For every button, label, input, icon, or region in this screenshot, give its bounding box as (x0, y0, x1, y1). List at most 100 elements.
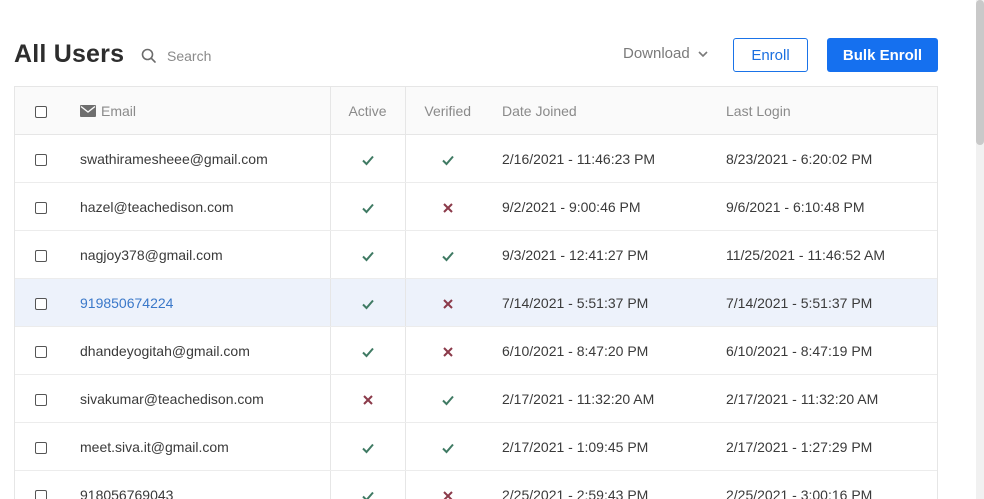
email-value[interactable]: 919850674224 (80, 295, 173, 311)
date-joined-cell: 2/17/2021 - 11:32:20 AM (490, 374, 714, 423)
active-cell (329, 278, 405, 327)
page-header: All Users Download Enroll Bulk Enroll (0, 0, 984, 86)
row-checkbox[interactable] (35, 345, 47, 358)
page-title: All Users (14, 40, 125, 68)
table-body: swathiramesheee@gmail.com 2/16/2021 - 11:… (15, 134, 937, 499)
email-value[interactable]: dhandeyogitah@gmail.com (80, 343, 250, 359)
verified-cell (404, 230, 490, 279)
table-row[interactable]: hazel@teachedison.com 9/2/2021 - 9:00:46 … (15, 182, 937, 231)
date-joined-cell: 9/3/2021 - 12:41:27 PM (490, 230, 714, 279)
header-select-all-cell (15, 86, 65, 135)
last-login-cell: 7/14/2021 - 5:51:37 PM (714, 278, 937, 327)
date-joined-cell: 2/25/2021 - 2:59:43 PM (490, 470, 714, 499)
check-icon (361, 203, 374, 214)
check-icon (361, 155, 374, 166)
table-row[interactable]: 918056769043 2/25/2021 - 2:59:43 PM 2/25/2… (15, 470, 937, 499)
check-icon (442, 155, 454, 166)
email-value[interactable]: sivakumar@teachedison.com (80, 391, 264, 407)
date-joined-cell: 2/17/2021 - 1:09:45 PM (490, 422, 714, 471)
check-icon (361, 251, 374, 262)
email-value[interactable]: swathiramesheee@gmail.com (80, 151, 268, 167)
row-select-cell (15, 374, 65, 423)
table-row[interactable]: meet.siva.it@gmail.com 2/17/2021 - 1:09:4… (15, 422, 937, 471)
scrollbar-thumb[interactable] (976, 0, 984, 145)
cross-icon (362, 394, 373, 405)
column-header-last-login[interactable]: Last Login (714, 86, 937, 135)
email-cell: 919850674224 (65, 278, 330, 327)
verified-cell (404, 470, 490, 499)
row-checkbox[interactable] (35, 489, 47, 499)
check-icon (442, 443, 454, 454)
table-row[interactable]: swathiramesheee@gmail.com 2/16/2021 - 11:… (15, 134, 937, 183)
date-joined-cell: 7/14/2021 - 5:51:37 PM (490, 278, 714, 327)
active-cell (329, 134, 405, 183)
row-select-cell (15, 326, 65, 375)
search-icon (141, 48, 156, 63)
search-bar[interactable] (140, 45, 327, 67)
active-cell (329, 470, 405, 499)
chevron-down-icon (698, 50, 708, 57)
cross-icon (443, 298, 453, 309)
search-input[interactable] (167, 48, 327, 64)
date-joined-cell: 9/2/2021 - 9:00:46 PM (490, 182, 714, 231)
row-select-cell (15, 230, 65, 279)
check-icon (442, 251, 454, 262)
verified-cell (404, 182, 490, 231)
row-select-cell (15, 470, 65, 499)
column-header-date-joined[interactable]: Date Joined (490, 86, 714, 135)
row-checkbox[interactable] (35, 249, 47, 262)
verified-cell (404, 374, 490, 423)
email-value[interactable]: 918056769043 (80, 487, 173, 499)
email-value[interactable]: nagjoy378@gmail.com (80, 247, 223, 263)
page-scrollbar[interactable] (976, 0, 984, 499)
last-login-cell: 2/25/2021 - 3:00:16 PM (714, 470, 937, 499)
row-checkbox[interactable] (35, 393, 47, 406)
row-select-cell (15, 422, 65, 471)
row-checkbox[interactable] (35, 297, 47, 310)
table-header-row: Email Active Verified Date Joined Last L… (15, 86, 937, 135)
users-table-container: Email Active Verified Date Joined Last L… (14, 86, 938, 499)
check-icon (361, 347, 374, 358)
column-header-email[interactable]: Email (65, 86, 330, 135)
verified-cell (404, 278, 490, 327)
email-cell: swathiramesheee@gmail.com (65, 134, 330, 183)
email-cell: 918056769043 (65, 470, 330, 499)
column-header-verified[interactable]: Verified (404, 86, 490, 135)
email-cell: nagjoy378@gmail.com (65, 230, 330, 279)
last-login-cell: 6/10/2021 - 8:47:19 PM (714, 326, 937, 375)
row-checkbox[interactable] (35, 153, 47, 166)
users-table: Email Active Verified Date Joined Last L… (15, 86, 937, 499)
row-checkbox[interactable] (35, 441, 47, 454)
row-select-cell (15, 278, 65, 327)
last-login-cell: 8/23/2021 - 6:20:02 PM (714, 134, 937, 183)
active-cell (329, 230, 405, 279)
download-label: Download (623, 45, 690, 62)
table-row[interactable]: 919850674224 7/14/2021 - 5:51:37 PM 7/14/2… (15, 278, 937, 327)
email-cell: sivakumar@teachedison.com (65, 374, 330, 423)
select-all-checkbox[interactable] (35, 105, 47, 118)
enroll-button[interactable]: Enroll (733, 38, 808, 72)
table-row[interactable]: sivakumar@teachedison.com 2/17/2021 - 11:… (15, 374, 937, 423)
last-login-cell: 2/17/2021 - 1:27:29 PM (714, 422, 937, 471)
check-icon (442, 395, 454, 406)
table-row[interactable]: nagjoy378@gmail.com 9/3/2021 - 12:41:27 P… (15, 230, 937, 279)
bulk-enroll-button[interactable]: Bulk Enroll (827, 38, 938, 72)
column-header-active[interactable]: Active (329, 86, 405, 135)
row-checkbox[interactable] (35, 201, 47, 214)
cross-icon (443, 202, 453, 213)
last-login-cell: 11/25/2021 - 11:46:52 AM (714, 230, 937, 279)
email-value[interactable]: meet.siva.it@gmail.com (80, 439, 229, 455)
check-icon (361, 491, 374, 499)
column-header-email-label: Email (101, 102, 137, 119)
mail-icon (80, 104, 96, 117)
verified-cell (404, 134, 490, 183)
cross-icon (443, 346, 453, 357)
email-value[interactable]: hazel@teachedison.com (80, 199, 234, 215)
active-cell (329, 422, 405, 471)
download-dropdown[interactable]: Download (623, 45, 709, 62)
verified-cell (404, 326, 490, 375)
email-cell: hazel@teachedison.com (65, 182, 330, 231)
cross-icon (443, 490, 453, 499)
table-row[interactable]: dhandeyogitah@gmail.com 6/10/2021 - 8:47:… (15, 326, 937, 375)
last-login-cell: 9/6/2021 - 6:10:48 PM (714, 182, 937, 231)
